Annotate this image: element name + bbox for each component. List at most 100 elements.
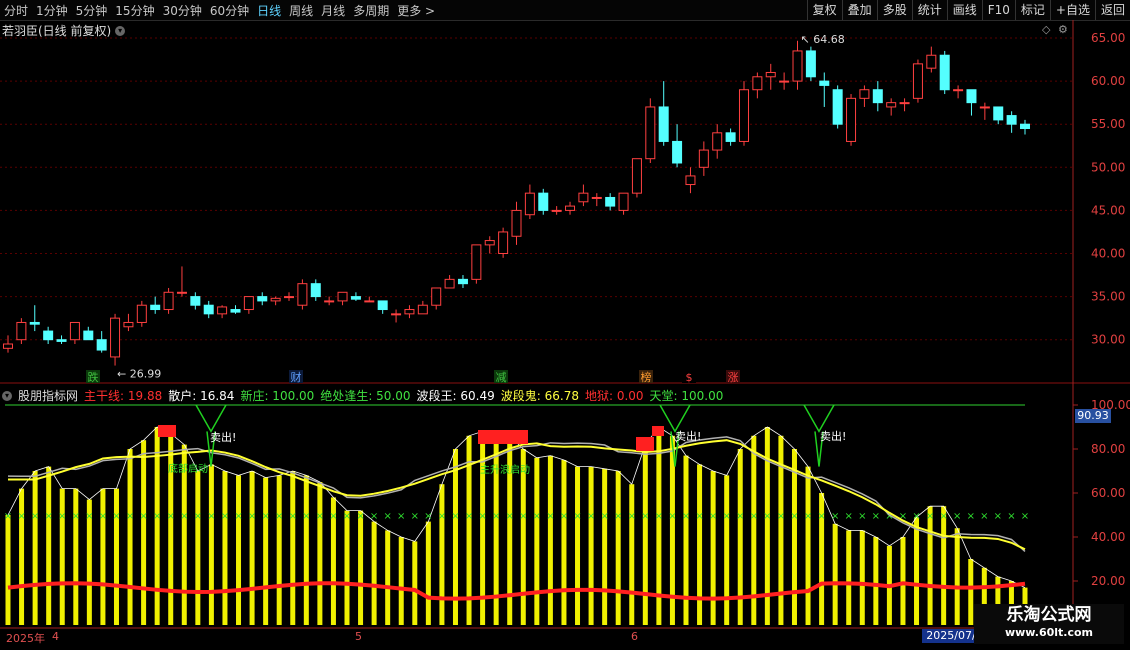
indicator-bar: [5, 515, 11, 625]
price-tick-label: 45.00: [1091, 203, 1125, 217]
indicator-bar: [249, 471, 255, 625]
candle-body: [645, 106, 656, 160]
red-peak-block: [652, 426, 664, 436]
green-x-marker: ×: [1007, 511, 1015, 522]
candle-body: [16, 321, 27, 341]
candle-body: [551, 209, 562, 212]
indicator-header: ▾ 股朋指标网 主干线: 19.88 散户: 16.84 新庄: 100.00 绝处逢…: [2, 387, 723, 404]
candle-body: [832, 89, 843, 125]
green-x-marker: ×: [343, 511, 351, 522]
green-x-marker: ×: [967, 511, 975, 522]
indicator-bar: [195, 471, 201, 625]
indicator-bar: [954, 528, 960, 625]
candle-body: [565, 205, 576, 211]
indicator-bar: [710, 471, 716, 625]
green-x-marker: ×: [248, 511, 256, 522]
candle-body: [123, 321, 134, 328]
green-x-marker: ×: [560, 511, 568, 522]
green-x-marker: ×: [126, 511, 134, 522]
indicator-bar: [873, 537, 879, 625]
indicator-bar: [859, 530, 865, 625]
indicator-bar: [724, 475, 730, 625]
chevron-down-icon[interactable]: ▾: [2, 390, 12, 401]
candle-body: [524, 192, 535, 216]
indicator-bar: [127, 449, 133, 625]
green-x-marker: ×: [628, 511, 636, 522]
indicator-field-7: 天堂: 100.00: [649, 389, 724, 403]
green-x-marker: ×: [289, 511, 297, 522]
price-tick-label: 60.00: [1091, 74, 1125, 88]
indicator-bar: [791, 449, 797, 625]
sell-label: 卖出!: [820, 429, 846, 443]
green-x-marker: ×: [167, 511, 175, 522]
candle-body: [926, 54, 937, 69]
candle-body: [712, 132, 723, 151]
green-x-marker: ×: [750, 511, 758, 522]
indicator-bar: [208, 464, 214, 625]
indicator-bar: [358, 510, 364, 625]
candle-body: [658, 106, 669, 142]
x-label-year: 2025年: [6, 632, 45, 645]
bottom-start-label: 底部启动: [168, 462, 208, 475]
main-red-line: [7, 581, 1026, 601]
candle-body: [471, 244, 482, 280]
candle-body: [69, 321, 80, 341]
indicator-bar: [547, 455, 553, 625]
green-x-marker: ×: [831, 511, 839, 522]
indicator-bar: [439, 484, 445, 625]
green-x-marker: ×: [17, 511, 25, 522]
green-x-marker: ×: [275, 511, 283, 522]
indicator-bar: [697, 464, 703, 625]
indicator-bar: [968, 559, 974, 625]
yellow-line: [7, 439, 1026, 551]
green-x-marker: ×: [655, 511, 663, 522]
candle-body: [725, 132, 736, 142]
candle-body: [324, 300, 335, 303]
green-x-marker: ×: [790, 511, 798, 522]
candle-body: [176, 291, 187, 294]
green-x-marker: ×: [329, 511, 337, 522]
green-x-marker: ×: [804, 511, 812, 522]
green-x-marker: ×: [383, 511, 391, 522]
indicator-bar: [59, 488, 65, 625]
green-x-marker: ×: [465, 511, 473, 522]
green-x-marker: ×: [668, 511, 676, 522]
indicator-bar: [425, 521, 431, 625]
candle-body: [819, 80, 830, 86]
candle-body: [337, 291, 348, 302]
indicator-bar: [927, 506, 933, 625]
green-x-marker: ×: [682, 511, 690, 522]
green-x-marker: ×: [194, 511, 202, 522]
green-x-marker: ×: [546, 511, 554, 522]
green-x-marker: ×: [872, 511, 880, 522]
green-x-marker: ×: [858, 511, 866, 522]
sell-label: 卖出!: [675, 429, 701, 443]
candle-body: [805, 50, 816, 78]
green-x-marker: ×: [112, 511, 120, 522]
green-x-marker: ×: [533, 511, 541, 522]
indicator-field-0: 主干线: 19.88: [84, 389, 163, 403]
green-x-marker: ×: [845, 511, 853, 522]
candle-body: [457, 278, 468, 285]
candle-body: [498, 231, 509, 254]
green-x-marker: ×: [207, 511, 215, 522]
indicator-bar: [100, 488, 106, 625]
indicator-bar: [168, 433, 174, 625]
indicator-field-5: 波段鬼: 66.78: [500, 389, 579, 403]
candle-body: [364, 300, 375, 303]
candle-body: [779, 80, 790, 83]
green-x-marker: ×: [370, 511, 378, 522]
candle-body: [953, 89, 964, 92]
green-x-marker: ×: [99, 511, 107, 522]
green-x-marker: ×: [994, 511, 1002, 522]
green-x-marker: ×: [302, 511, 310, 522]
candle-body: [685, 175, 696, 186]
candle-body: [765, 71, 776, 78]
candle-body: [150, 304, 161, 311]
kline-chart[interactable]: 65.00 60.00 55.00 50.00 45.00 40.00 35.00 30.00…: [0, 0, 1130, 650]
candle-body: [377, 300, 388, 311]
green-x-marker: ×: [411, 511, 419, 522]
candle-body: [391, 313, 402, 316]
indicator-bar: [900, 537, 906, 625]
candle-body: [444, 278, 455, 289]
